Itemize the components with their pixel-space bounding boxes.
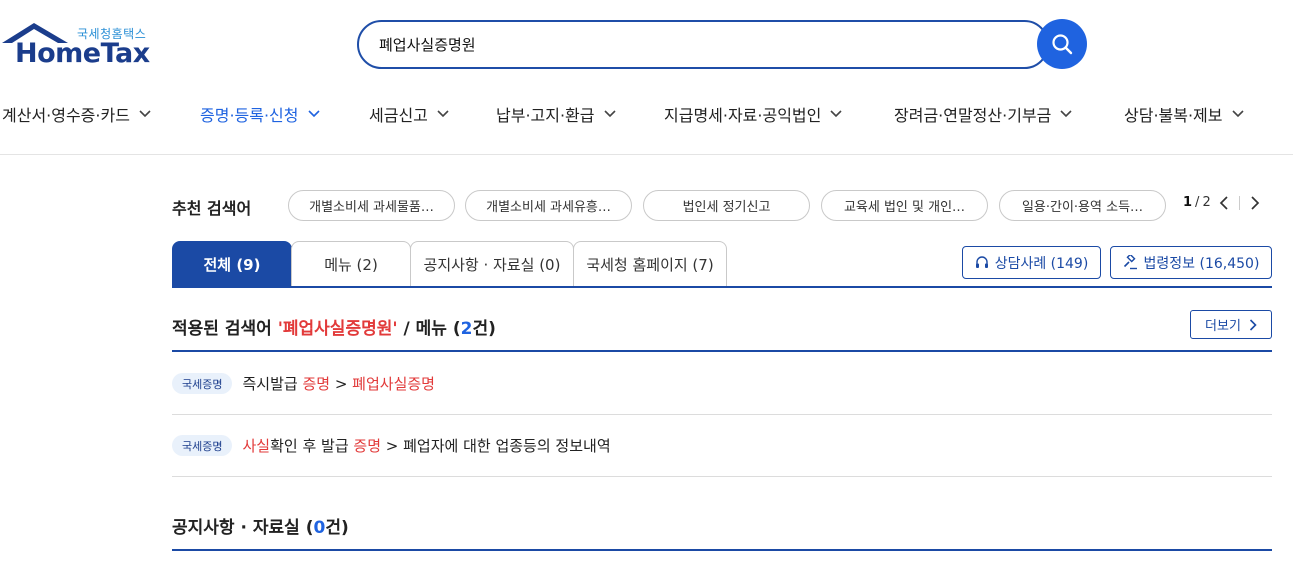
nav-item-certificate[interactable]: 증명·등록·신청: [200, 102, 320, 126]
chevron-right-icon[interactable]: [1250, 195, 1260, 210]
gavel-icon: [1123, 255, 1137, 270]
nav-item-incentive[interactable]: 장려금·연말정산·기부금: [894, 102, 1072, 126]
law-info-button[interactable]: 법령정보 (16,450): [1110, 246, 1272, 279]
pager-current: 1: [1183, 195, 1193, 210]
more-label: 더보기: [1205, 319, 1241, 334]
recommended-chip[interactable]: 개별소비세 과세유흥…: [465, 190, 632, 221]
path-part-highlight: 사실: [242, 437, 271, 455]
chevron-down-icon: [139, 110, 151, 118]
notice-section-title: 공지사항 · 자료실 (0건): [172, 513, 349, 538]
recommended-chip[interactable]: 교육세 법인 및 개인…: [821, 190, 988, 221]
nav-divider: [0, 154, 1293, 155]
title-suffix: 건): [325, 518, 349, 538]
nav-item-label: 장려금·연말정산·기부금: [894, 106, 1052, 125]
law-info-label: 법령정보 (16,450): [1143, 255, 1260, 272]
tab-underline: [172, 286, 1272, 288]
pager-separator: /: [1195, 195, 1200, 210]
nav-item-label: 상담·불복·제보: [1124, 106, 1223, 125]
chevron-down-icon: [1231, 110, 1244, 118]
section-divider: [172, 549, 1272, 551]
hometax-logo[interactable]: 국세청홈택스 HomeTax: [0, 18, 160, 70]
row-divider: [172, 414, 1272, 415]
list-item[interactable]: 국세증명 사실확인 후 발급 증명 > 폐업자에 대한 업종등의 정보내역: [172, 435, 611, 456]
menu-section-title: 적용된 검색어 '폐업사실증명원' / 메뉴 (2건): [172, 314, 496, 339]
category-badge: 국세증명: [172, 435, 233, 456]
recommended-chip[interactable]: 법인세 정기신고: [643, 190, 810, 221]
pager-total: 2: [1202, 195, 1211, 210]
recommended-pager: 1 / 2: [1183, 195, 1260, 210]
nav-item-label: 지급명세·자료·공익법인: [664, 106, 822, 125]
path-part: 즉시발급: [242, 375, 303, 393]
nav-item-label: 계산서·영수증·카드: [2, 106, 130, 125]
path-part: > 폐업자에 대한 업종등의 정보내역: [381, 437, 611, 455]
tab-menu[interactable]: 메뉴 (2): [291, 241, 411, 287]
section-divider: [172, 350, 1272, 352]
logo-text: HomeTax: [15, 38, 150, 69]
chevron-down-icon: [1060, 110, 1072, 118]
path-part: >: [330, 375, 353, 393]
result-path: 즉시발급 증명 > 폐업사실증명: [242, 373, 435, 394]
consult-cases-label: 상담사례 (149): [994, 255, 1089, 272]
nav-item-tax-report[interactable]: 세금신고: [369, 102, 449, 126]
chevron-left-icon[interactable]: [1219, 195, 1229, 210]
category-badge: 국세증명: [172, 373, 233, 394]
result-count: 2: [460, 319, 473, 339]
search-icon: [1052, 34, 1073, 55]
chevron-down-icon: [307, 110, 320, 118]
more-button[interactable]: 더보기: [1190, 310, 1272, 339]
title-prefix: 공지사항 · 자료실 (: [172, 518, 314, 538]
list-item[interactable]: 국세증명 즉시발급 증명 > 폐업사실증명: [172, 373, 435, 394]
tab-notice[interactable]: 공지사항 · 자료실 (0): [410, 241, 574, 287]
tab-nts-homepage[interactable]: 국세청 홈페이지 (7): [573, 241, 727, 287]
recommended-chip[interactable]: 개별소비세 과세물품…: [288, 190, 455, 221]
title-prefix: 적용된 검색어: [172, 319, 278, 339]
recommended-title: 추천 검색어: [172, 199, 252, 218]
nav-item-label: 납부·고지·환급: [496, 106, 595, 125]
consult-cases-button[interactable]: 상담사례 (149): [962, 246, 1101, 279]
nav-item-payment-statement[interactable]: 지급명세·자료·공익법인: [664, 102, 842, 126]
nav-item-label: 세금신고: [369, 106, 428, 125]
chevron-down-icon: [437, 110, 449, 118]
path-part: 확인 후 발급: [270, 437, 354, 455]
path-part-highlight: 폐업사실증명: [352, 375, 435, 393]
recommended-chip[interactable]: 일용·간이·용역 소득…: [999, 190, 1166, 221]
result-path: 사실확인 후 발급 증명 > 폐업자에 대한 업종등의 정보내역: [242, 435, 610, 456]
chevron-down-icon: [830, 110, 842, 118]
result-tabs: 전체 (9) 메뉴 (2) 공지사항 · 자료실 (0) 국세청 홈페이지 (7…: [172, 241, 727, 287]
search-keyword: '폐업사실증명원': [277, 319, 398, 339]
nav-item-invoice[interactable]: 계산서·영수증·카드: [2, 102, 151, 126]
result-count: 0: [313, 518, 326, 538]
path-part-highlight: 증명: [302, 375, 331, 393]
search-button[interactable]: [1037, 19, 1087, 69]
chevron-right-icon: [1249, 318, 1257, 331]
headset-icon: [975, 255, 988, 268]
search-input[interactable]: [379, 35, 979, 54]
nav-item-label: 증명·등록·신청: [200, 106, 299, 125]
path-part-highlight: 증명: [353, 437, 382, 455]
title-middle: / 메뉴 (: [397, 319, 461, 339]
title-suffix: 건): [472, 319, 496, 339]
search-box: [357, 20, 1049, 69]
chevron-down-icon: [603, 110, 616, 118]
tab-all[interactable]: 전체 (9): [172, 241, 292, 287]
nav-item-consult[interactable]: 상담·불복·제보: [1124, 102, 1244, 126]
pager-divider: [1238, 195, 1240, 210]
global-nav: 계산서·영수증·카드 증명·등록·신청 세금신고 납부·고지·환급 지급명세·자…: [0, 100, 1293, 130]
nav-item-payment[interactable]: 납부·고지·환급: [496, 102, 616, 126]
row-divider: [172, 476, 1272, 477]
